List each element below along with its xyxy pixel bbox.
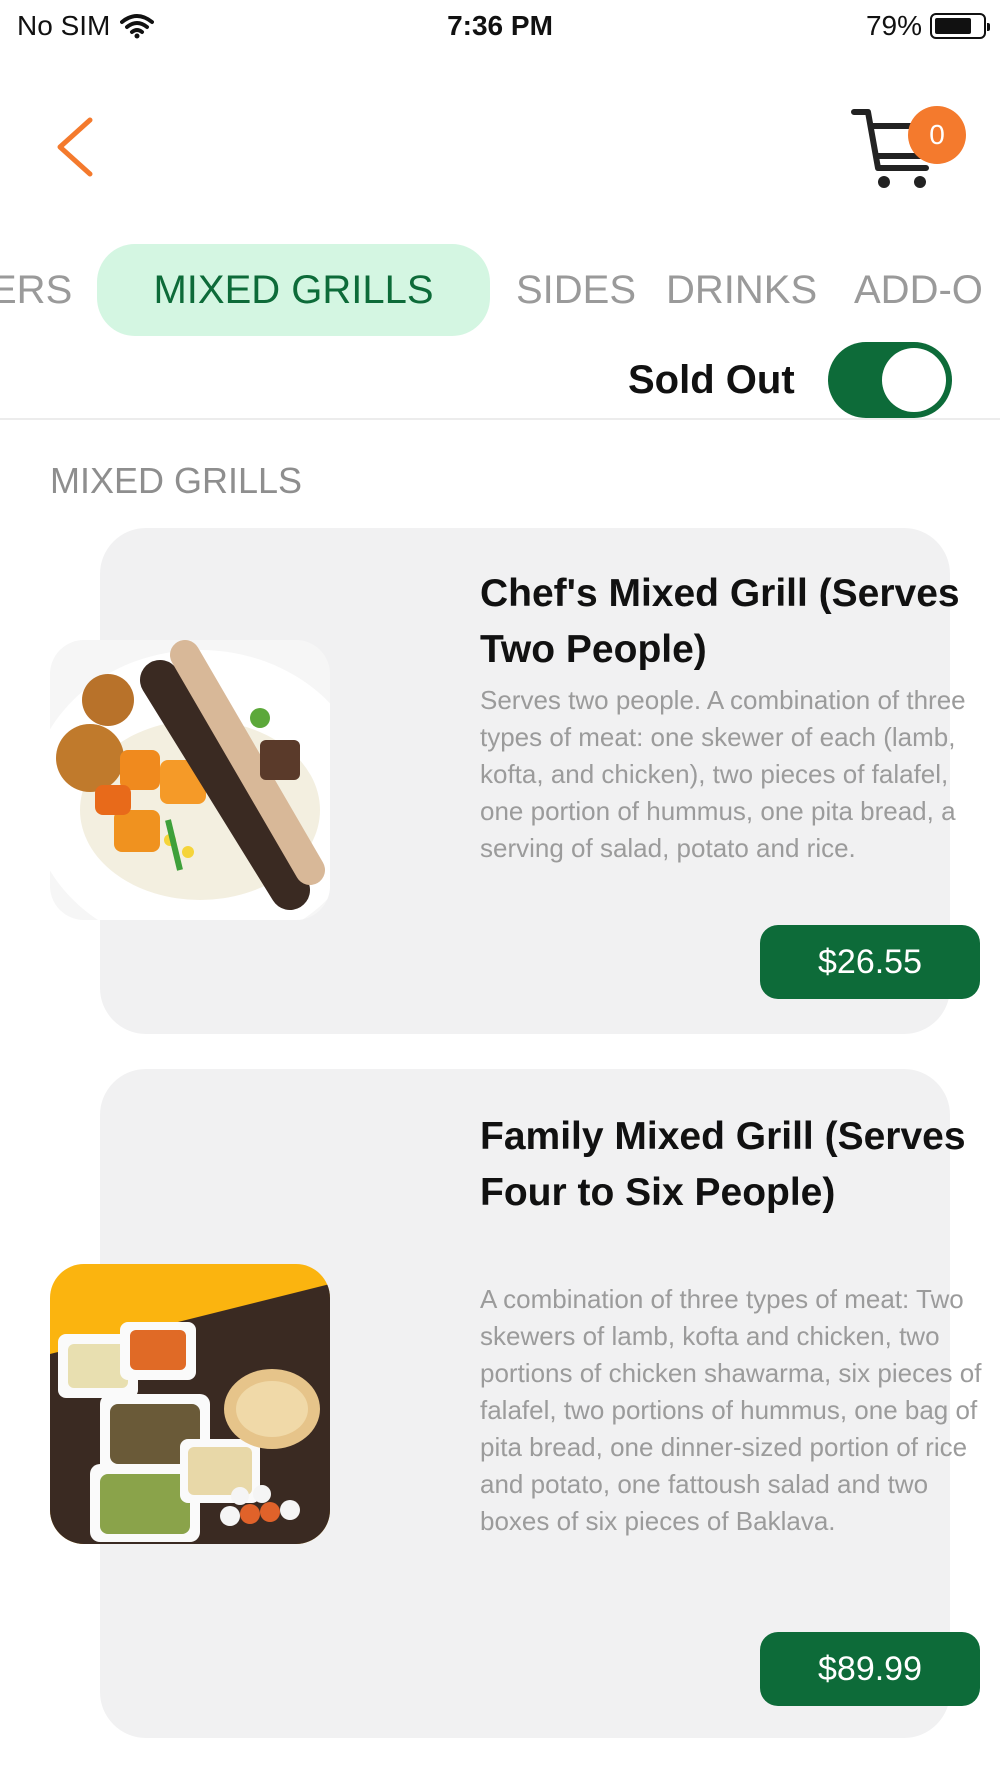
- battery-icon: [930, 13, 990, 39]
- dish-image-chefs-mixed-grill: [50, 640, 330, 920]
- dish-photo: [50, 1284, 330, 1544]
- section-title: MIXED GRILLS: [50, 460, 303, 501]
- back-button[interactable]: [50, 112, 110, 182]
- toggle-knob: [882, 348, 946, 412]
- sold-out-toggle[interactable]: [828, 342, 952, 418]
- price-button[interactable]: $89.99: [760, 1632, 980, 1706]
- item-title: Chef's Mixed Grill (Serves Two People): [480, 572, 960, 671]
- cart-button[interactable]: 0: [850, 100, 966, 200]
- tab-others[interactable]: ERS: [0, 244, 72, 336]
- sold-out-label: Sold Out: [628, 358, 795, 402]
- item-description: A combination of three types of meat: Tw…: [480, 1284, 982, 1536]
- category-tabs: ERS MIXED GRILLS SIDES DRINKS ADD-O: [0, 244, 1000, 339]
- status-bar: No SIM 7:36 PM 79%: [0, 0, 1000, 50]
- sold-out-row: Sold Out: [0, 340, 1000, 420]
- dish-image-family-mixed-grill: [50, 1264, 330, 1544]
- item-title: Family Mixed Grill (Serves Four to Six P…: [480, 1115, 966, 1214]
- dish-photo: [50, 640, 330, 920]
- menu-item-card[interactable]: Family Mixed Grill (Serves Four to Six P…: [50, 1069, 981, 1738]
- item-description: Serves two people. A combination of thre…: [480, 685, 966, 863]
- status-right: 79%: [865, 10, 990, 42]
- chevron-left-icon: [57, 117, 93, 177]
- status-time: 7:36 PM: [447, 10, 553, 41]
- battery-percent: 79%: [865, 10, 922, 41]
- tab-mixed-grills[interactable]: MIXED GRILLS: [97, 244, 490, 336]
- tab-add-ons[interactable]: ADD-O: [854, 244, 983, 336]
- tab-drinks[interactable]: DRINKS: [666, 244, 817, 336]
- price-button[interactable]: $26.55: [760, 925, 980, 999]
- menu-item-card[interactable]: Chef's Mixed Grill (Serves Two People) S…: [50, 528, 980, 1034]
- cart-count-badge: 0: [908, 106, 966, 164]
- tab-sides[interactable]: SIDES: [516, 244, 636, 336]
- battery-fill: [935, 18, 972, 34]
